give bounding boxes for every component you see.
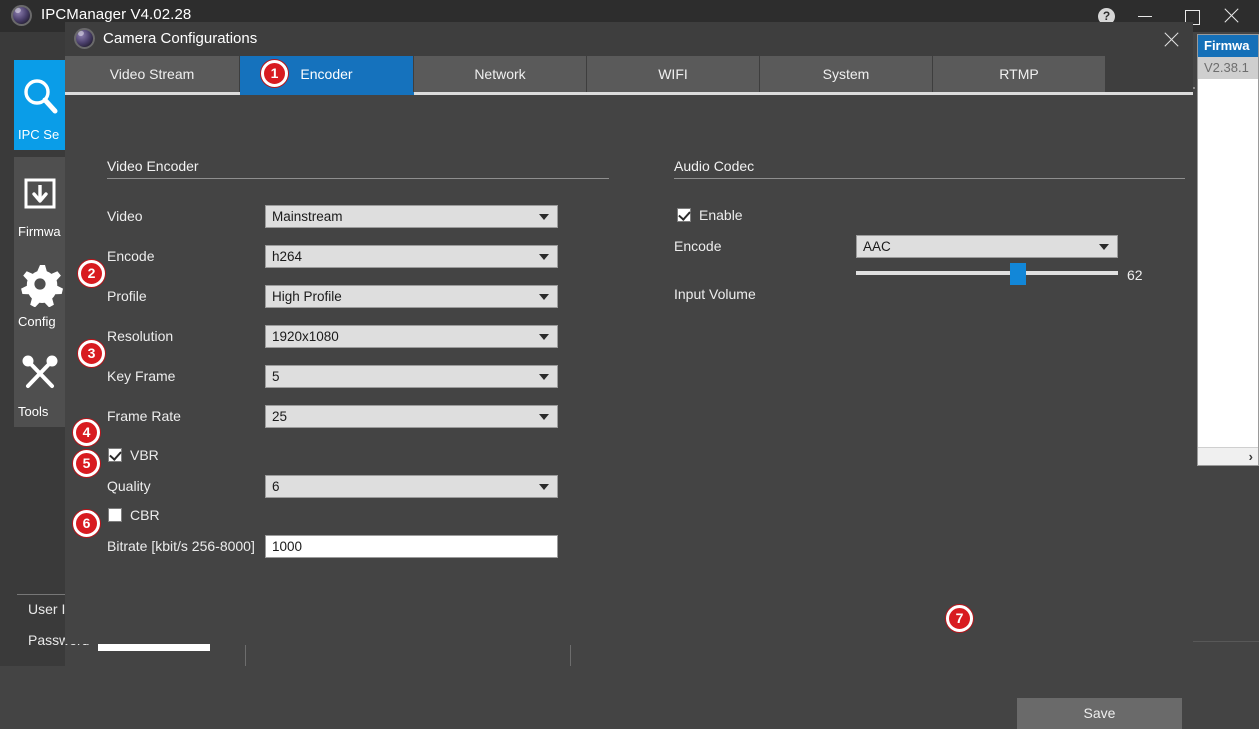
tab-network[interactable]: Network [414, 56, 587, 92]
camera-configurations-dialog: Camera Configurations Video Stream Encod… [65, 22, 1193, 729]
resolution-label: Resolution [107, 328, 174, 344]
save-button[interactable]: Save [1017, 698, 1182, 729]
bitrate-input[interactable]: 1000 [265, 535, 558, 558]
sidebar-item-label: Config [18, 314, 56, 329]
statusbar-separator [570, 645, 571, 666]
input-volume-label: Input Volume [674, 286, 756, 302]
input-volume-slider-track[interactable] [856, 271, 1118, 275]
gear-icon [14, 261, 66, 308]
video-encoder-section-title: Video Encoder [107, 158, 199, 174]
chevron-down-icon [539, 254, 549, 260]
firmware-list-row[interactable]: V2.38.1 [1198, 57, 1258, 79]
quality-select[interactable]: 6 [265, 475, 558, 498]
chevron-down-icon [539, 414, 549, 420]
input-volume-value: 62 [1127, 267, 1143, 283]
audio-enable-checkbox[interactable] [677, 208, 691, 222]
callout-badge-1: 1 [261, 60, 288, 87]
callout-badge-4: 4 [73, 419, 100, 446]
callout-badge-7: 7 [946, 605, 973, 632]
camera-lens-icon [74, 28, 95, 49]
key-frame-select[interactable]: 5 [265, 365, 558, 388]
app-title: IPCManager V4.02.28 [41, 6, 192, 23]
audio-codec-section-title: Audio Codec [674, 158, 755, 174]
audio-encode-label: Encode [674, 238, 722, 254]
tab-rtmp[interactable]: RTMP [933, 56, 1106, 92]
input-volume-slider-thumb[interactable] [1010, 263, 1026, 285]
callout-badge-3: 3 [78, 340, 105, 367]
firmware-list-panel: Firmwa V2.38.1 › [1197, 34, 1259, 466]
video-label: Video [107, 208, 143, 224]
audio-codec-rule [674, 178, 1185, 179]
resolution-select[interactable]: 1920x1080 [265, 325, 558, 348]
encode-label: Encode [107, 248, 155, 264]
sidebar-item-label: IPC Se [18, 127, 60, 142]
sidebar-item-config[interactable]: Config [14, 247, 66, 337]
key-frame-label: Key Frame [107, 368, 176, 384]
audio-enable-label: Enable [699, 207, 743, 223]
vbr-label: VBR [130, 447, 159, 463]
bitrate-label: Bitrate [kbit/s 256-8000] [107, 538, 255, 554]
wrench-screwdriver-icon [14, 351, 66, 397]
magnifier-icon [14, 74, 66, 120]
frame-rate-label: Frame Rate [107, 408, 181, 424]
tab-video-stream[interactable]: Video Stream [65, 56, 240, 92]
sidebar-item-label: Tools [18, 404, 49, 419]
user-label: User I [28, 601, 66, 617]
audio-encode-select[interactable]: AAC [856, 235, 1118, 258]
chevron-right-icon[interactable]: › [1249, 449, 1253, 464]
callout-badge-5: 5 [73, 450, 100, 477]
chevron-down-icon [539, 294, 549, 300]
profile-select[interactable]: High Profile [265, 285, 558, 308]
chevron-down-icon [539, 334, 549, 340]
cbr-checkbox[interactable] [108, 508, 122, 522]
frame-rate-select[interactable]: 25 [265, 405, 558, 428]
chevron-down-icon [539, 484, 549, 490]
chevron-down-icon [1099, 244, 1109, 250]
camera-lens-icon [11, 5, 32, 26]
cbr-label: CBR [130, 507, 160, 523]
dialog-titlebar: Camera Configurations [65, 22, 1193, 56]
quality-label: Quality [107, 478, 151, 494]
vbr-checkbox[interactable] [108, 448, 122, 462]
tab-wifi[interactable]: WIFI [587, 56, 760, 92]
minimize-icon [1138, 16, 1152, 17]
sidebar-item-label: Firmwa [18, 224, 61, 239]
chevron-down-icon [539, 214, 549, 220]
dialog-close-button[interactable] [1157, 26, 1187, 52]
close-button[interactable] [1213, 0, 1259, 32]
horizontal-scrollbar[interactable]: › [1198, 447, 1258, 465]
sidebar-item-ipc-search[interactable]: IPC Se [14, 60, 66, 150]
tab-system[interactable]: System [760, 56, 933, 92]
dialog-title: Camera Configurations [103, 30, 258, 47]
callout-badge-2: 2 [78, 260, 105, 287]
callout-badge-6: 6 [73, 510, 100, 537]
chevron-down-icon [539, 374, 549, 380]
sidebar-divider [17, 594, 65, 595]
download-box-icon [14, 171, 66, 217]
video-encoder-rule [107, 178, 609, 179]
sidebar-item-tools[interactable]: Tools [14, 337, 66, 427]
statusbar-separator [245, 645, 246, 666]
tab-bar: Video Stream Encoder Network WIFI System… [65, 56, 1193, 92]
profile-label: Profile [107, 288, 147, 304]
encode-select[interactable]: h264 [265, 245, 558, 268]
dialog-body: Video Encoder Video Mainstream Encode h2… [65, 95, 1193, 729]
sidebar-item-firmware[interactable]: Firmwa [14, 157, 66, 247]
sidebar: IPC Se Firmwa Config Tools [0, 32, 66, 666]
firmware-column-header[interactable]: Firmwa [1198, 35, 1258, 57]
video-select[interactable]: Mainstream [265, 205, 558, 228]
